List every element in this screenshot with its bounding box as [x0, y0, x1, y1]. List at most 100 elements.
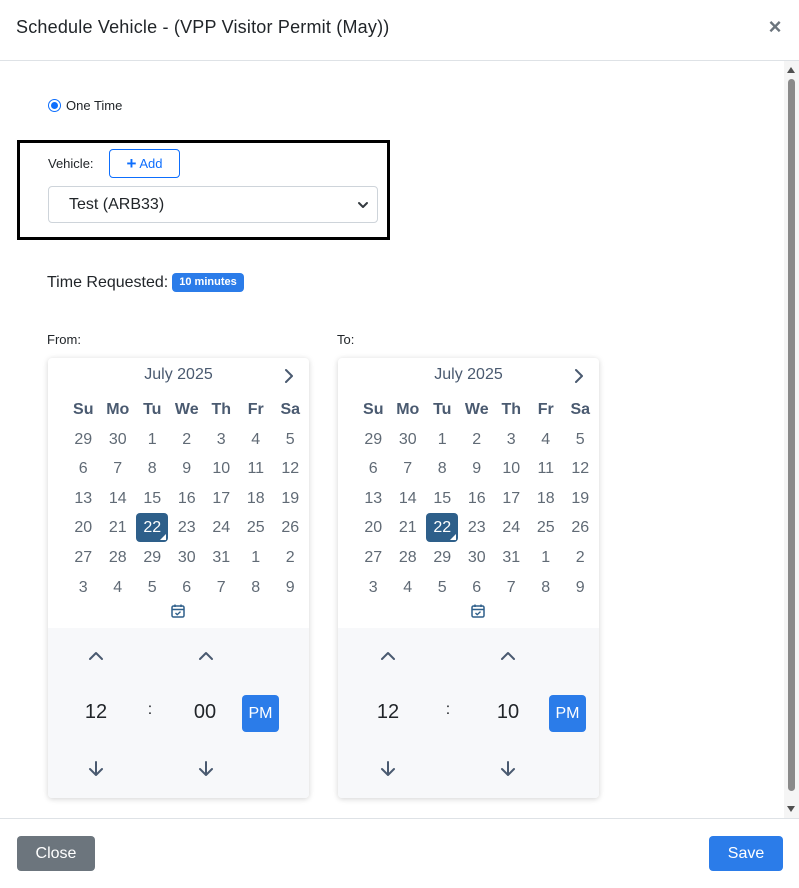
calendar-day[interactable]: 4 — [101, 573, 136, 603]
calendar-day[interactable]: 1 — [425, 425, 460, 455]
calendar-day[interactable]: 31 — [204, 543, 239, 573]
calendar-day[interactable]: 1 — [529, 543, 564, 573]
calendar-day[interactable]: 10 — [494, 454, 529, 484]
hour-value[interactable]: 12 — [76, 701, 116, 724]
calendar-day[interactable]: 20 — [66, 513, 101, 543]
calendar-day[interactable]: 17 — [494, 484, 529, 514]
calendar-day[interactable]: 30 — [170, 543, 205, 573]
close-button[interactable]: Close — [17, 836, 95, 871]
next-month-icon[interactable] — [573, 368, 585, 384]
calendar-day[interactable]: 21 — [101, 513, 136, 543]
calendar-day[interactable]: 27 — [66, 543, 101, 573]
calendar-day[interactable]: 7 — [391, 454, 426, 484]
calendar-day[interactable]: 19 — [563, 484, 598, 514]
calendar-day[interactable]: 13 — [66, 484, 101, 514]
calendar-day[interactable]: 20 — [356, 513, 391, 543]
scrollbar[interactable] — [784, 61, 799, 818]
selected-day[interactable]: 22 — [425, 513, 460, 543]
calendar-day[interactable]: 6 — [460, 573, 495, 603]
calendar-day[interactable]: 6 — [170, 573, 205, 603]
decrement-hour-icon[interactable] — [380, 760, 396, 778]
calendar-day[interactable]: 24 — [204, 513, 239, 543]
calendar-day[interactable]: 30 — [460, 543, 495, 573]
calendar-day[interactable]: 19 — [273, 484, 308, 514]
one-time-option[interactable]: One Time — [48, 96, 122, 114]
calendar-day[interactable]: 17 — [204, 484, 239, 514]
calendar-day[interactable]: 7 — [494, 573, 529, 603]
scroll-up-icon[interactable] — [787, 67, 795, 73]
calendar-day[interactable]: 2 — [460, 425, 495, 455]
calendar-day[interactable]: 29 — [135, 543, 170, 573]
next-month-icon[interactable] — [283, 368, 295, 384]
calendar-day[interactable]: 8 — [135, 454, 170, 484]
calendar-day[interactable]: 2 — [563, 543, 598, 573]
calendar-day[interactable]: 8 — [529, 573, 564, 603]
calendar-day[interactable]: 16 — [170, 484, 205, 514]
calendar-day[interactable]: 3 — [204, 425, 239, 455]
from-month-title[interactable]: July 2025 — [48, 366, 309, 388]
calendar-day[interactable]: 8 — [425, 454, 460, 484]
selected-day[interactable]: 22 — [135, 513, 170, 543]
meridiem-toggle-button[interactable]: PM — [242, 695, 279, 732]
increment-hour-icon[interactable] — [88, 650, 104, 662]
calendar-day[interactable]: 5 — [273, 425, 308, 455]
calendar-day[interactable]: 18 — [239, 484, 274, 514]
calendar-day[interactable]: 10 — [204, 454, 239, 484]
calendar-day[interactable]: 25 — [239, 513, 274, 543]
calendar-day[interactable]: 7 — [101, 454, 136, 484]
calendar-day[interactable]: 1 — [239, 543, 274, 573]
close-icon[interactable]: × — [764, 14, 786, 40]
minute-value[interactable]: 00 — [185, 701, 225, 724]
calendar-day[interactable]: 9 — [170, 454, 205, 484]
add-vehicle-button[interactable]: + Add — [109, 149, 180, 178]
increment-minute-icon[interactable] — [198, 650, 214, 662]
calendar-day[interactable]: 29 — [66, 425, 101, 455]
calendar-day[interactable]: 29 — [425, 543, 460, 573]
vehicle-select[interactable]: Test (ARB33) — [48, 186, 378, 223]
meridiem-toggle-button[interactable]: PM — [549, 695, 586, 732]
calendar-day[interactable]: 9 — [563, 573, 598, 603]
calendar-day[interactable]: 2 — [273, 543, 308, 573]
calendar-day[interactable]: 5 — [563, 425, 598, 455]
calendar-day[interactable]: 26 — [563, 513, 598, 543]
calendar-day[interactable]: 15 — [135, 484, 170, 514]
calendar-day[interactable]: 29 — [356, 425, 391, 455]
calendar-day[interactable]: 24 — [494, 513, 529, 543]
calendar-day[interactable]: 12 — [273, 454, 308, 484]
calendar-day[interactable]: 8 — [239, 573, 274, 603]
calendar-day[interactable]: 30 — [101, 425, 136, 455]
calendar-day[interactable]: 9 — [460, 454, 495, 484]
calendar-day[interactable]: 6 — [356, 454, 391, 484]
one-time-radio[interactable] — [48, 98, 61, 112]
calendar-day[interactable]: 14 — [391, 484, 426, 514]
calendar-day[interactable]: 21 — [391, 513, 426, 543]
minute-value[interactable]: 10 — [488, 701, 528, 724]
calendar-day[interactable]: 7 — [204, 573, 239, 603]
calendar-day[interactable]: 13 — [356, 484, 391, 514]
save-button[interactable]: Save — [709, 836, 783, 871]
calendar-day[interactable]: 30 — [391, 425, 426, 455]
calendar-day[interactable]: 12 — [563, 454, 598, 484]
scroll-thumb[interactable] — [788, 79, 795, 791]
calendar-day[interactable]: 9 — [273, 573, 308, 603]
to-month-title[interactable]: July 2025 — [338, 366, 599, 388]
calendar-day[interactable]: 11 — [529, 454, 564, 484]
calendar-day[interactable]: 1 — [135, 425, 170, 455]
decrement-minute-icon[interactable] — [198, 760, 214, 778]
decrement-hour-icon[interactable] — [88, 760, 104, 778]
calendar-day[interactable]: 25 — [529, 513, 564, 543]
decrement-minute-icon[interactable] — [500, 760, 516, 778]
calendar-day[interactable]: 6 — [66, 454, 101, 484]
calendar-day[interactable]: 4 — [239, 425, 274, 455]
increment-minute-icon[interactable] — [500, 650, 516, 662]
calendar-day[interactable]: 3 — [494, 425, 529, 455]
increment-hour-icon[interactable] — [380, 650, 396, 662]
calendar-day[interactable]: 28 — [391, 543, 426, 573]
calendar-day[interactable]: 11 — [239, 454, 274, 484]
calendar-day[interactable]: 15 — [425, 484, 460, 514]
calendar-day[interactable]: 23 — [170, 513, 205, 543]
calendar-day[interactable]: 5 — [135, 573, 170, 603]
calendar-day[interactable]: 3 — [356, 573, 391, 603]
calendar-day[interactable]: 31 — [494, 543, 529, 573]
hour-value[interactable]: 12 — [368, 701, 408, 724]
